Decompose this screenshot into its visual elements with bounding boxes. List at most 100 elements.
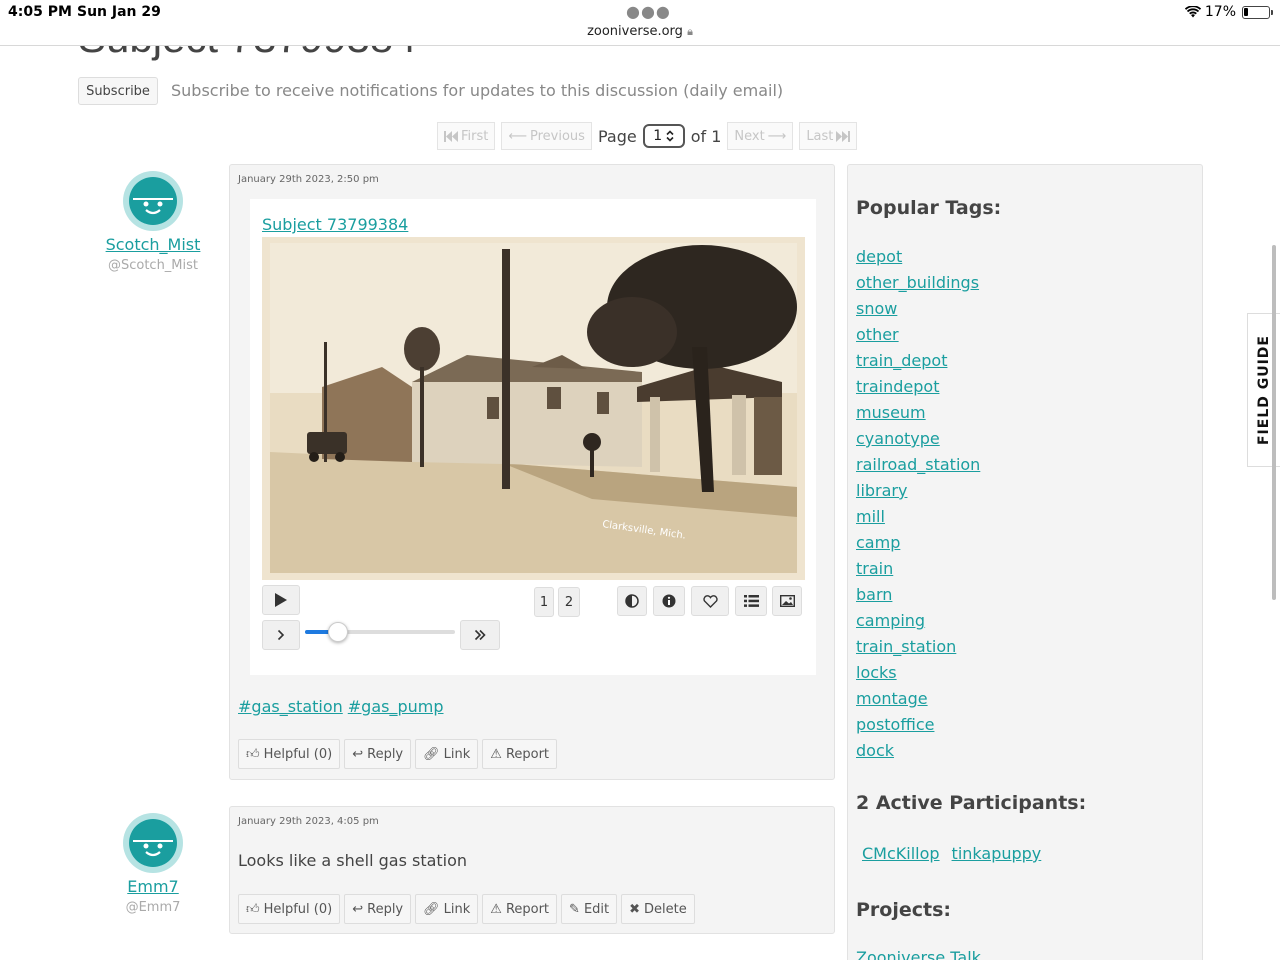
view-image-button[interactable]	[772, 586, 802, 616]
tag-item: snow	[856, 299, 980, 325]
collections-button[interactable]	[735, 586, 767, 616]
tag-link[interactable]: mill	[856, 507, 885, 526]
tag-link[interactable]: locks	[856, 663, 897, 682]
more-dots-icon[interactable]: ●●●	[626, 2, 671, 21]
status-bar: 4:05 PM Sun Jan 29 ●●● zooniverse.org 🔒︎…	[0, 0, 1280, 46]
tag-link[interactable]: dock	[856, 741, 894, 760]
tag-link[interactable]: museum	[856, 403, 926, 422]
step-forward-button[interactable]	[262, 620, 300, 650]
last-icon	[836, 130, 851, 142]
project-link[interactable]: Zooniverse Talk	[856, 948, 981, 960]
author-name-link[interactable]: Emm7	[83, 877, 223, 896]
info-button[interactable]	[653, 586, 685, 616]
comment-card: January 29th 2023, 4:05 pm Looks like a …	[229, 806, 835, 934]
report-button[interactable]: ⚠ Report	[482, 894, 558, 924]
tag-item: railroad_station	[856, 455, 980, 481]
tag-link[interactable]: barn	[856, 585, 892, 604]
tag-link[interactable]: train	[856, 559, 893, 578]
reply-button[interactable]: ↩ Reply	[344, 894, 412, 924]
tag-link[interactable]: traindepot	[856, 377, 939, 396]
tag-link[interactable]: postoffice	[856, 715, 934, 734]
default-avatar-icon	[133, 198, 173, 215]
tag-item: traindepot	[856, 377, 980, 403]
tag-link[interactable]: camp	[856, 533, 900, 552]
first-label: First	[461, 128, 489, 144]
tag-link[interactable]: cyanotype	[856, 429, 940, 448]
invert-button[interactable]	[617, 586, 647, 616]
subject-photo[interactable]: Clarksville, Mich.	[262, 237, 805, 580]
url-text: zooniverse.org	[587, 24, 683, 39]
address-bar[interactable]: zooniverse.org 🔒︎	[0, 24, 1280, 39]
participant-link[interactable]: CMcKillop	[862, 844, 940, 863]
frame-slider[interactable]	[305, 622, 455, 642]
link-button[interactable]: 🔗︎ Link	[415, 739, 479, 769]
tag-link[interactable]: depot	[856, 247, 902, 266]
previous-page-button[interactable]: ⟵ Previous	[501, 122, 592, 150]
subscribe-description: Subscribe to receive notifications for u…	[171, 81, 784, 100]
tag-link[interactable]: library	[856, 481, 907, 500]
favorite-button[interactable]	[691, 586, 729, 616]
tag-item: train_depot	[856, 351, 980, 377]
avatar[interactable]	[123, 813, 183, 873]
comment-author: Scotch_Mist @Scotch_Mist	[83, 171, 223, 273]
hashtag-link[interactable]: #gas_station	[238, 697, 343, 716]
link-icon: 🔗︎	[423, 901, 440, 917]
avatar[interactable]	[123, 171, 183, 231]
helpful-button[interactable]: 👍︎ Helpful (0)	[238, 894, 341, 924]
reply-label: Reply	[367, 901, 404, 917]
author-name-link[interactable]: Scotch_Mist	[83, 235, 223, 254]
slider-handle[interactable]	[328, 622, 348, 642]
delete-label: Delete	[644, 901, 687, 917]
select-updown-icon	[666, 130, 674, 142]
subject-link[interactable]: Subject 73799384	[262, 215, 408, 234]
first-page-button[interactable]: First	[437, 122, 496, 150]
next-page-button[interactable]: Next ⟶	[727, 122, 794, 150]
comment-date: January 29th 2023, 4:05 pm	[238, 816, 379, 827]
tag-item: barn	[856, 585, 980, 611]
thumbs-up-icon: 👍︎	[246, 746, 260, 762]
tag-link[interactable]: snow	[856, 299, 897, 318]
heart-icon	[702, 594, 718, 608]
link-label: Link	[443, 746, 471, 762]
page-of-label: of 1	[690, 126, 722, 146]
link-button[interactable]: 🔗︎ Link	[415, 894, 479, 924]
reply-button[interactable]: ↩ Reply	[344, 739, 412, 769]
play-button[interactable]	[262, 585, 300, 615]
wifi-icon	[1184, 6, 1201, 18]
image-icon	[779, 595, 795, 607]
tag-link[interactable]: railroad_station	[856, 455, 980, 474]
last-page-button[interactable]: Last	[799, 122, 858, 150]
tag-link[interactable]: train_depot	[856, 351, 947, 370]
hashtag-link[interactable]: #gas_pump	[348, 697, 444, 716]
talk-sidebar: Popular Tags: depot other_buildings snow ot…	[847, 164, 1203, 960]
skip-end-button[interactable]	[460, 620, 500, 650]
scrollbar[interactable]	[1272, 245, 1276, 600]
tag-link[interactable]: montage	[856, 689, 928, 708]
report-button[interactable]: ⚠ Report	[482, 739, 558, 769]
page-select[interactable]: 1	[642, 124, 685, 148]
last-label: Last	[806, 128, 834, 144]
subscribe-button[interactable]: Subscribe	[78, 77, 158, 105]
participant-link[interactable]: tinkapuppy	[952, 844, 1042, 863]
battery-percent: 17%	[1204, 4, 1236, 20]
next-label: Next	[734, 128, 765, 144]
tag-link[interactable]: camping	[856, 611, 925, 630]
tag-item: other_buildings	[856, 273, 980, 299]
warning-icon: ⚠	[490, 901, 502, 917]
report-label: Report	[505, 901, 550, 917]
pagination: First ⟵ Previous Page 1 of 1 Next ⟶ Last	[437, 121, 858, 151]
hashtags: #gas_station #gas_pump	[238, 697, 444, 716]
delete-button[interactable]: ✖ Delete	[621, 894, 695, 924]
projects-heading: Projects:	[856, 899, 951, 921]
tag-item: camping	[856, 611, 980, 637]
tag-link[interactable]: other_buildings	[856, 273, 979, 292]
tag-link[interactable]: other	[856, 325, 899, 344]
frame-1-button[interactable]: 1	[534, 587, 554, 617]
tag-link[interactable]: train_station	[856, 637, 956, 656]
edit-button[interactable]: ✎ Edit	[561, 894, 618, 924]
author-handle: @Emm7	[125, 900, 181, 915]
tag-item: other	[856, 325, 980, 351]
popular-tags-list: depot other_buildingssnow other train_depot…	[856, 247, 980, 767]
helpful-button[interactable]: 👍︎ Helpful (0)	[238, 739, 341, 769]
frame-2-button[interactable]: 2	[558, 587, 580, 617]
